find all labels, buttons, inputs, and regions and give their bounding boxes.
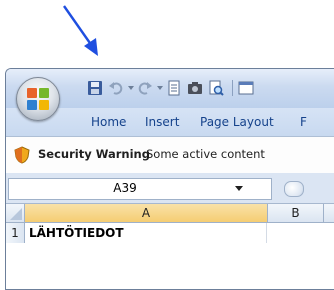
column-header-b[interactable]: B [268, 204, 324, 222]
name-box-value: A39 [113, 181, 137, 195]
undo-icon[interactable] [107, 79, 125, 97]
undo-dropdown-icon[interactable] [128, 79, 134, 97]
security-warning-bar: Security Warning Some active content [6, 136, 334, 174]
formula-bar-handle[interactable] [284, 181, 304, 197]
name-box[interactable]: A39 [8, 178, 272, 200]
cell-a1[interactable]: LÄHTÖTIEDOT [25, 223, 267, 243]
toolbar-separator [232, 80, 233, 96]
security-warning-message: Some active content [146, 147, 265, 161]
office-logo-icon [27, 88, 49, 110]
quick-access-toolbar [86, 77, 258, 99]
tab-home[interactable]: Home [91, 115, 126, 129]
column-headers: A B [6, 204, 334, 223]
redo-dropdown-icon[interactable] [157, 79, 163, 97]
formula-bar: A39 [6, 173, 334, 204]
tab-page-layout[interactable]: Page Layout [200, 115, 274, 129]
camera-icon[interactable] [186, 79, 204, 97]
pointer-arrow-icon [63, 5, 98, 56]
window-icon[interactable] [237, 79, 255, 97]
tab-insert[interactable]: Insert [145, 115, 179, 129]
table-row: 1 LÄHTÖTIEDOT [6, 223, 334, 243]
chevron-down-icon[interactable] [235, 186, 243, 191]
row-header-1[interactable]: 1 [6, 223, 25, 243]
print-preview-icon[interactable] [207, 79, 225, 97]
column-header-a[interactable]: A [25, 204, 268, 222]
office-button[interactable] [16, 77, 60, 121]
select-all-button[interactable] [6, 204, 25, 222]
new-document-icon[interactable] [165, 79, 183, 97]
shield-icon [14, 146, 30, 164]
excel-window: Home Insert Page Layout F Security Warni… [5, 68, 334, 290]
redo-icon[interactable] [136, 79, 154, 97]
save-icon[interactable] [86, 79, 104, 97]
tab-formulas[interactable]: F [300, 115, 307, 129]
security-warning-title: Security Warning [38, 147, 150, 161]
